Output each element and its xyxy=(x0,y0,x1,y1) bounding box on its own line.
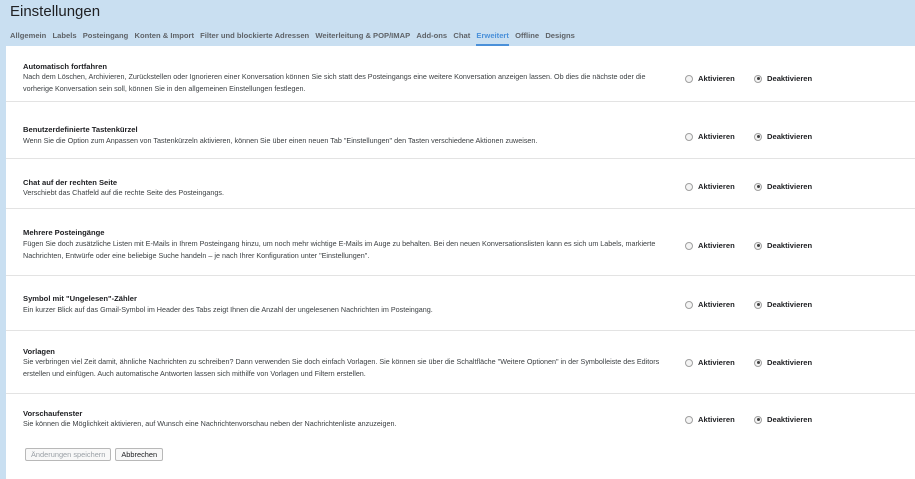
tab-add-ons[interactable]: Add-ons xyxy=(416,31,447,46)
radio-icon[interactable] xyxy=(685,300,693,309)
tab-posteingang[interactable]: Posteingang xyxy=(83,31,129,46)
setting-description: Fügen Sie doch zusätzliche Listen mit E-… xyxy=(23,239,656,260)
enable-radio[interactable]: Aktivieren xyxy=(685,300,735,309)
save-changes-button[interactable]: Änderungen speichern xyxy=(25,448,112,461)
settings-content: Automatisch fortfahren Nach dem Löschen,… xyxy=(6,46,915,479)
setting-title: Automatisch fortfahren xyxy=(23,62,107,71)
radio-icon[interactable] xyxy=(685,358,693,367)
disable-radio[interactable]: Deaktivieren xyxy=(754,415,812,424)
radio-label: Aktivieren xyxy=(698,300,735,309)
page-title: Einstellungen xyxy=(10,3,101,20)
enable-radio[interactable]: Aktivieren xyxy=(685,415,735,424)
setting-title: Vorschaufenster xyxy=(23,409,83,418)
disable-radio[interactable]: Deaktivieren xyxy=(754,132,812,141)
radio-label: Deaktivieren xyxy=(767,182,813,191)
setting-title: Vorlagen xyxy=(23,347,55,356)
setting-description: Wenn Sie die Option zum Anpassen von Tas… xyxy=(23,136,538,145)
radio-label: Deaktivieren xyxy=(767,74,813,83)
disable-radio[interactable]: Deaktivieren xyxy=(754,182,812,191)
setting-title: Mehrere Posteingänge xyxy=(23,228,105,237)
radio-checked-icon[interactable] xyxy=(754,182,762,191)
radio-label: Aktivieren xyxy=(698,241,735,250)
tab-designs[interactable]: Designs xyxy=(545,31,575,46)
radio-icon[interactable] xyxy=(685,74,693,83)
setting-row-preview-pane: Vorschaufenster Sie können die Möglichke… xyxy=(6,394,915,440)
tab-weiterleitung[interactable]: Weiterleitung & POP/IMAP xyxy=(315,31,410,46)
tab-erweitert[interactable]: Erweitert xyxy=(476,31,509,46)
enable-radio[interactable]: Aktivieren xyxy=(685,358,735,367)
disable-radio[interactable]: Deaktivieren xyxy=(754,241,812,250)
radio-label: Deaktivieren xyxy=(767,415,813,424)
tab-offline[interactable]: Offline xyxy=(515,31,539,46)
setting-description: Verschiebt das Chatfeld auf die rechte S… xyxy=(23,188,224,197)
radio-icon[interactable] xyxy=(685,132,693,141)
setting-title: Symbol mit "Ungelesen"-Zähler xyxy=(23,294,137,303)
radio-icon[interactable] xyxy=(685,182,693,191)
setting-row-unread-icon: Symbol mit "Ungelesen"-Zähler Ein kurzer… xyxy=(6,276,915,331)
setting-row-multiple-inboxes: Mehrere Posteingänge Fügen Sie doch zusä… xyxy=(6,209,915,276)
enable-radio[interactable]: Aktivieren xyxy=(685,74,735,83)
setting-row-chat-right: Chat auf der rechten Seite Verschiebt da… xyxy=(6,159,915,209)
radio-label: Aktivieren xyxy=(698,415,735,424)
radio-label: Aktivieren xyxy=(698,74,735,83)
enable-radio[interactable]: Aktivieren xyxy=(685,241,735,250)
settings-header: Einstellungen Allgemein Labels Posteinga… xyxy=(0,0,915,46)
setting-row-auto-advance: Automatisch fortfahren Nach dem Löschen,… xyxy=(6,46,915,102)
radio-label: Aktivieren xyxy=(698,358,735,367)
radio-icon[interactable] xyxy=(685,241,693,250)
radio-checked-icon[interactable] xyxy=(754,415,762,424)
tab-labels[interactable]: Labels xyxy=(52,31,76,46)
cancel-button[interactable]: Abbrechen xyxy=(115,448,164,461)
radio-label: Aktivieren xyxy=(698,182,735,191)
setting-row-shortcuts: Benutzerdefinierte Tastenkürzel Wenn Sie… xyxy=(6,102,915,159)
radio-checked-icon[interactable] xyxy=(754,241,762,250)
setting-description: Sie können die Möglichkeit aktivieren, a… xyxy=(23,419,397,428)
radio-label: Deaktivieren xyxy=(767,132,813,141)
tab-chat[interactable]: Chat xyxy=(453,31,470,46)
radio-checked-icon[interactable] xyxy=(754,358,762,367)
setting-row-templates: Vorlagen Sie verbringen viel Zeit damit,… xyxy=(6,331,915,394)
setting-description: Sie verbringen viel Zeit damit, ähnliche… xyxy=(23,357,660,378)
tab-allgemein[interactable]: Allgemein xyxy=(10,31,46,46)
radio-checked-icon[interactable] xyxy=(754,74,762,83)
form-buttons: Änderungen speichern Abbrechen xyxy=(25,448,164,461)
disable-radio[interactable]: Deaktivieren xyxy=(754,300,812,309)
radio-icon[interactable] xyxy=(685,415,693,424)
enable-radio[interactable]: Aktivieren xyxy=(685,132,735,141)
radio-label: Deaktivieren xyxy=(767,241,813,250)
radio-checked-icon[interactable] xyxy=(754,132,762,141)
disable-radio[interactable]: Deaktivieren xyxy=(754,74,812,83)
tab-konten-import[interactable]: Konten & Import xyxy=(135,31,194,46)
radio-label: Deaktivieren xyxy=(767,300,813,309)
settings-tabs: Allgemein Labels Posteingang Konten & Im… xyxy=(10,31,581,46)
enable-radio[interactable]: Aktivieren xyxy=(685,182,735,191)
radio-label: Aktivieren xyxy=(698,132,735,141)
setting-title: Chat auf der rechten Seite xyxy=(23,178,118,187)
tab-filter[interactable]: Filter und blockierte Adressen xyxy=(200,31,309,46)
disable-radio[interactable]: Deaktivieren xyxy=(754,358,812,367)
radio-label: Deaktivieren xyxy=(767,358,813,367)
setting-title: Benutzerdefinierte Tastenkürzel xyxy=(23,125,138,134)
setting-description: Ein kurzer Blick auf das Gmail-Symbol im… xyxy=(23,305,433,314)
setting-description: Nach dem Löschen, Archivieren, Zurückste… xyxy=(23,72,646,93)
radio-checked-icon[interactable] xyxy=(754,300,762,309)
